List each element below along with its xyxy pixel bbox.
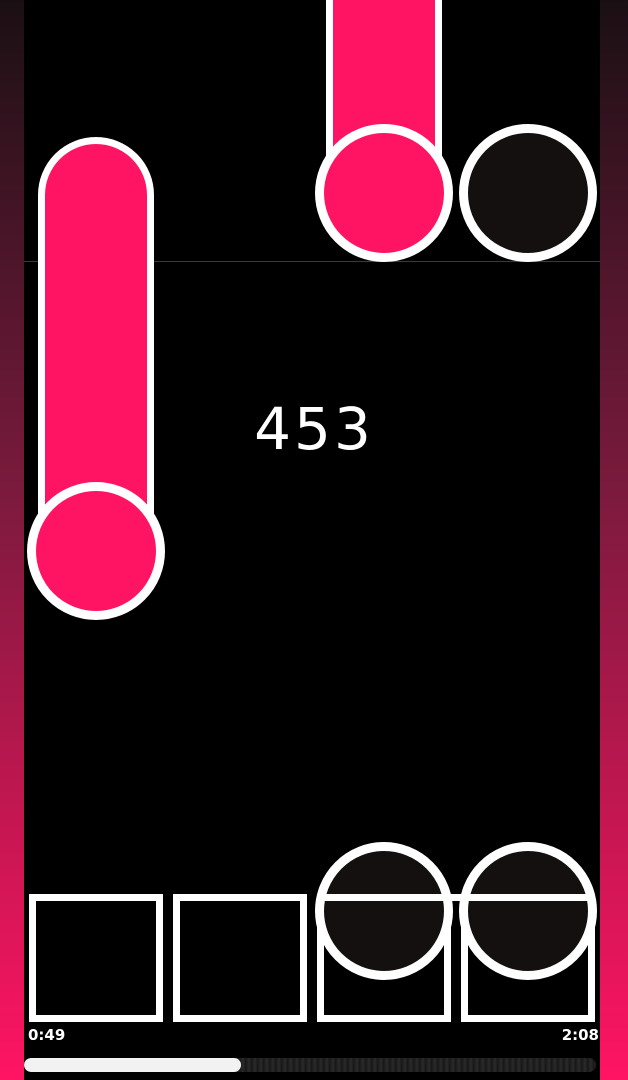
song-progress-fill xyxy=(24,1058,242,1072)
hold-note-head-lane-1[interactable] xyxy=(27,482,165,620)
tap-note-lane-3-bottom[interactable] xyxy=(315,842,453,980)
score-counter: 453 xyxy=(254,395,374,463)
key-top-border-overlay xyxy=(317,894,595,901)
hold-note-head-lane-3[interactable] xyxy=(315,124,453,262)
song-progress-bar[interactable] xyxy=(24,1058,596,1072)
tap-note-lane-4-bottom[interactable] xyxy=(459,842,597,980)
left-side-gradient xyxy=(0,0,24,1080)
tap-note-lane-4[interactable] xyxy=(459,124,597,262)
tap-key-lane-2[interactable] xyxy=(173,894,307,1022)
elapsed-time: 0:49 xyxy=(28,1026,66,1044)
tap-key-lane-1[interactable] xyxy=(29,894,163,1022)
right-side-gradient xyxy=(600,0,628,1080)
total-time: 2:08 xyxy=(561,1026,599,1044)
